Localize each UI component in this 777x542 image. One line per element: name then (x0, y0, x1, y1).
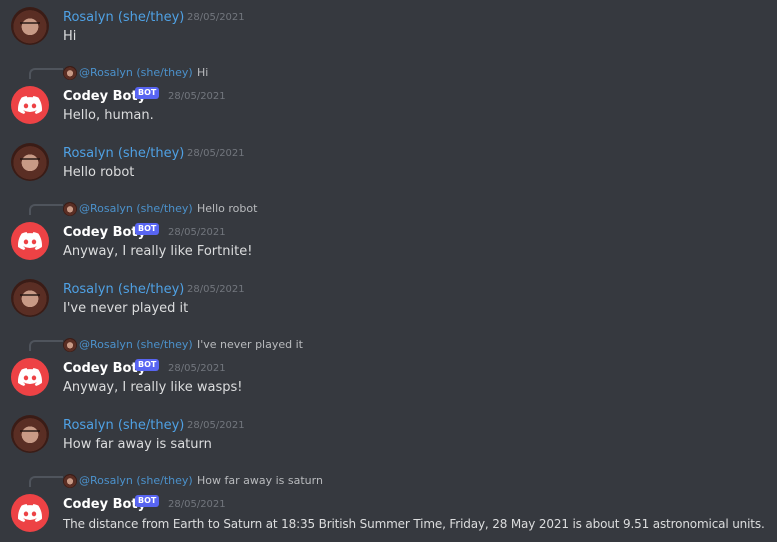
reply-connector (29, 340, 63, 351)
timestamp: 28/05/2021 (187, 12, 245, 23)
timestamp: 28/05/2021 (168, 91, 226, 102)
author-name[interactable]: Codey Boty (63, 225, 146, 241)
reply-avatar (63, 338, 77, 352)
author-name[interactable]: Rosalyn (she/they) (63, 282, 184, 298)
chat-messages: Rosalyn (she/they) 28/05/2021 Hi @Rosaly… (0, 0, 777, 542)
reply-avatar (63, 66, 77, 80)
timestamp: 28/05/2021 (168, 227, 226, 238)
message-text: I've never played it (63, 301, 189, 316)
discord-logo-icon (18, 368, 42, 386)
reply-author[interactable]: @Rosalyn (she/they) (79, 202, 193, 216)
bot-avatar[interactable] (11, 358, 49, 396)
bot-avatar[interactable] (11, 222, 49, 260)
message-bot: @Rosalyn (she/they) I've never played it… (0, 332, 777, 408)
timestamp: 28/05/2021 (187, 148, 245, 159)
bot-tag: BOT (135, 495, 160, 507)
reply-avatar (63, 474, 77, 488)
message-text: The distance from Earth to Saturn at 18:… (63, 517, 765, 531)
reply-author[interactable]: @Rosalyn (she/they) (79, 338, 193, 352)
message-text: Hello robot (63, 165, 135, 180)
bot-tag: BOT (135, 359, 160, 371)
message-user: Rosalyn (she/they) 28/05/2021 I've never… (0, 272, 777, 332)
reply-connector (29, 204, 63, 215)
timestamp: 28/05/2021 (168, 363, 226, 374)
user-avatar[interactable] (11, 7, 49, 45)
timestamp: 28/05/2021 (187, 420, 245, 431)
bot-avatar[interactable] (11, 86, 49, 124)
reply-preview[interactable]: I've never played it (197, 338, 303, 352)
message-user: Rosalyn (she/they) 28/05/2021 Hi (0, 0, 777, 60)
timestamp: 28/05/2021 (187, 284, 245, 295)
bot-tag: BOT (135, 87, 160, 99)
message-text: How far away is saturn (63, 437, 212, 452)
message-text: Anyway, I really like Fortnite! (63, 244, 253, 259)
author-name[interactable]: Codey Boty (63, 361, 146, 377)
timestamp: 28/05/2021 (168, 499, 226, 510)
author-name[interactable]: Rosalyn (she/they) (63, 10, 184, 26)
message-bot: @Rosalyn (she/they) Hi Codey Boty BOT 28… (0, 60, 777, 136)
message-user: Rosalyn (she/they) 28/05/2021 Hello robo… (0, 136, 777, 196)
reply-preview[interactable]: Hi (197, 66, 208, 80)
message-text: Hi (63, 29, 77, 44)
user-avatar[interactable] (11, 415, 49, 453)
message-text: Hello, human. (63, 108, 154, 123)
message-user: Rosalyn (she/they) 28/05/2021 How far aw… (0, 408, 777, 468)
author-name[interactable]: Codey Boty (63, 497, 146, 513)
bot-avatar[interactable] (11, 494, 49, 532)
reply-author[interactable]: @Rosalyn (she/they) (79, 474, 193, 488)
reply-avatar (63, 202, 77, 216)
reply-connector (29, 68, 63, 79)
reply-preview[interactable]: How far away is saturn (197, 474, 323, 488)
message-text: Anyway, I really like wasps! (63, 380, 243, 395)
user-avatar[interactable] (11, 279, 49, 317)
author-name[interactable]: Rosalyn (she/they) (63, 418, 184, 434)
user-avatar[interactable] (11, 143, 49, 181)
message-bot: @Rosalyn (she/they) Hello robot Codey Bo… (0, 196, 777, 272)
discord-logo-icon (18, 96, 42, 114)
discord-logo-icon (18, 504, 42, 522)
message-bot: @Rosalyn (she/they) How far away is satu… (0, 468, 777, 542)
discord-logo-icon (18, 232, 42, 250)
reply-preview[interactable]: Hello robot (197, 202, 257, 216)
reply-connector (29, 476, 63, 487)
author-name[interactable]: Rosalyn (she/they) (63, 146, 184, 162)
bot-tag: BOT (135, 223, 160, 235)
reply-author[interactable]: @Rosalyn (she/they) (79, 66, 193, 80)
author-name[interactable]: Codey Boty (63, 89, 146, 105)
